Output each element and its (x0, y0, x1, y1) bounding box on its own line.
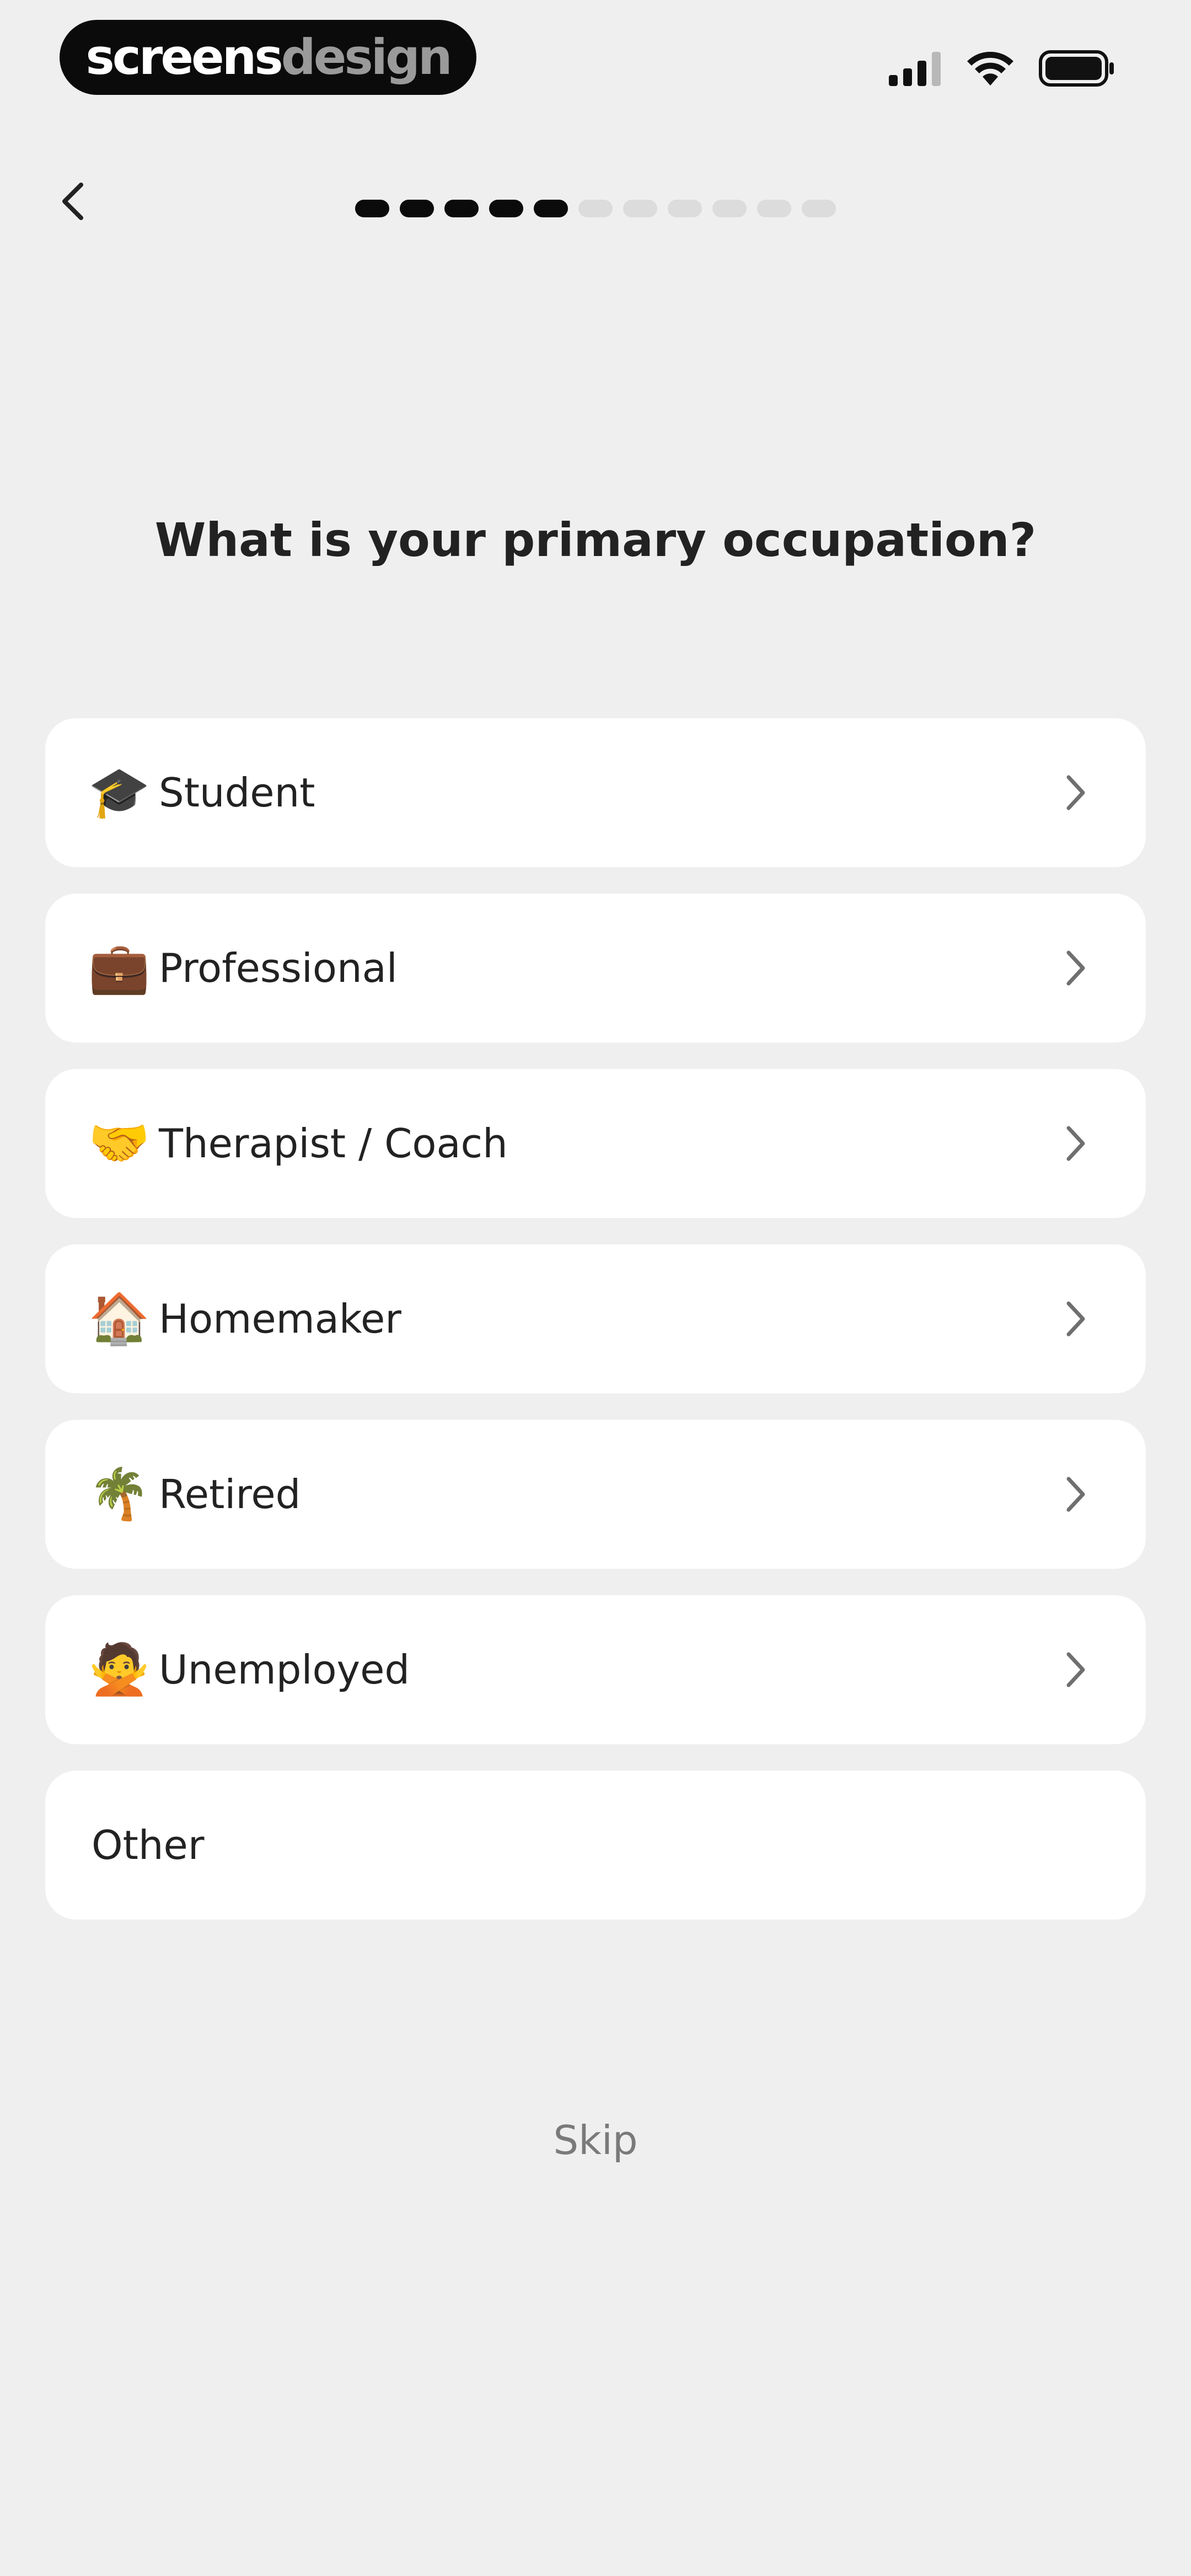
wifi-icon (967, 51, 1013, 85)
page-title: What is your primary occupation? (154, 513, 1037, 567)
palm-tree-icon: 🌴 (88, 1467, 151, 1522)
house-icon: 🏠 (88, 1291, 151, 1346)
progress-step-pending (757, 200, 791, 217)
chevron-right-icon (1066, 1126, 1085, 1161)
progress-step-pending (578, 200, 613, 217)
option-label: Retired (159, 1471, 301, 1517)
handshake-icon: 🤝 (88, 1116, 151, 1171)
option-label: Student (159, 769, 315, 816)
chevron-left-icon (62, 183, 83, 220)
chevron-right-icon (1066, 775, 1085, 810)
option-student[interactable]: 🎓 Student (45, 718, 1146, 867)
option-label: Unemployed (159, 1647, 410, 1693)
option-unemployed[interactable]: 🙅 Unemployed (45, 1595, 1146, 1744)
chevron-right-icon (1066, 1477, 1085, 1512)
person-gesturing-no-icon: 🙅 (88, 1642, 151, 1697)
chevron-right-icon (1066, 1301, 1085, 1337)
briefcase-icon: 💼 (88, 940, 151, 996)
option-therapist-coach[interactable]: 🤝 Therapist / Coach (45, 1069, 1146, 1218)
progress-step-completed (355, 200, 389, 217)
chevron-right-icon (1066, 1652, 1085, 1687)
brand-badge: screens design (60, 20, 476, 95)
option-label: Other (92, 1822, 205, 1868)
option-homemaker[interactable]: 🏠 Homemaker (45, 1244, 1146, 1393)
progress-step-completed (489, 200, 523, 217)
progress-step-completed (400, 200, 434, 217)
option-professional[interactable]: 💼 Professional (45, 894, 1146, 1043)
progress-step-completed (534, 200, 568, 217)
progress-step-pending (668, 200, 702, 217)
back-button[interactable] (53, 177, 92, 226)
brand-text-secondary: design (281, 29, 453, 85)
brand-text-primary: screens (85, 29, 283, 85)
option-other[interactable]: Other (45, 1771, 1146, 1920)
progress-step-completed (444, 200, 479, 217)
option-label: Professional (159, 945, 398, 991)
progress-step-pending (802, 200, 836, 217)
progress-step-pending (623, 200, 657, 217)
onboarding-screen: screens design What is your primary occup… (0, 0, 1191, 2576)
graduation-cap-icon: 🎓 (88, 765, 151, 820)
chevron-right-icon (1066, 950, 1085, 986)
cellular-signal-icon (889, 52, 941, 86)
skip-button[interactable]: Skip (0, 2117, 1191, 2163)
occupation-options: 🎓 Student 💼 Professional 🤝 Therapist / Coach 🏠… (45, 718, 1146, 1946)
option-label: Homemaker (159, 1296, 401, 1342)
progress-step-pending (712, 200, 747, 217)
battery-icon (1039, 50, 1114, 87)
progress-indicator (355, 200, 836, 217)
option-label: Therapist / Coach (159, 1120, 508, 1167)
status-bar-icons (889, 46, 1115, 90)
option-retired[interactable]: 🌴 Retired (45, 1420, 1146, 1569)
